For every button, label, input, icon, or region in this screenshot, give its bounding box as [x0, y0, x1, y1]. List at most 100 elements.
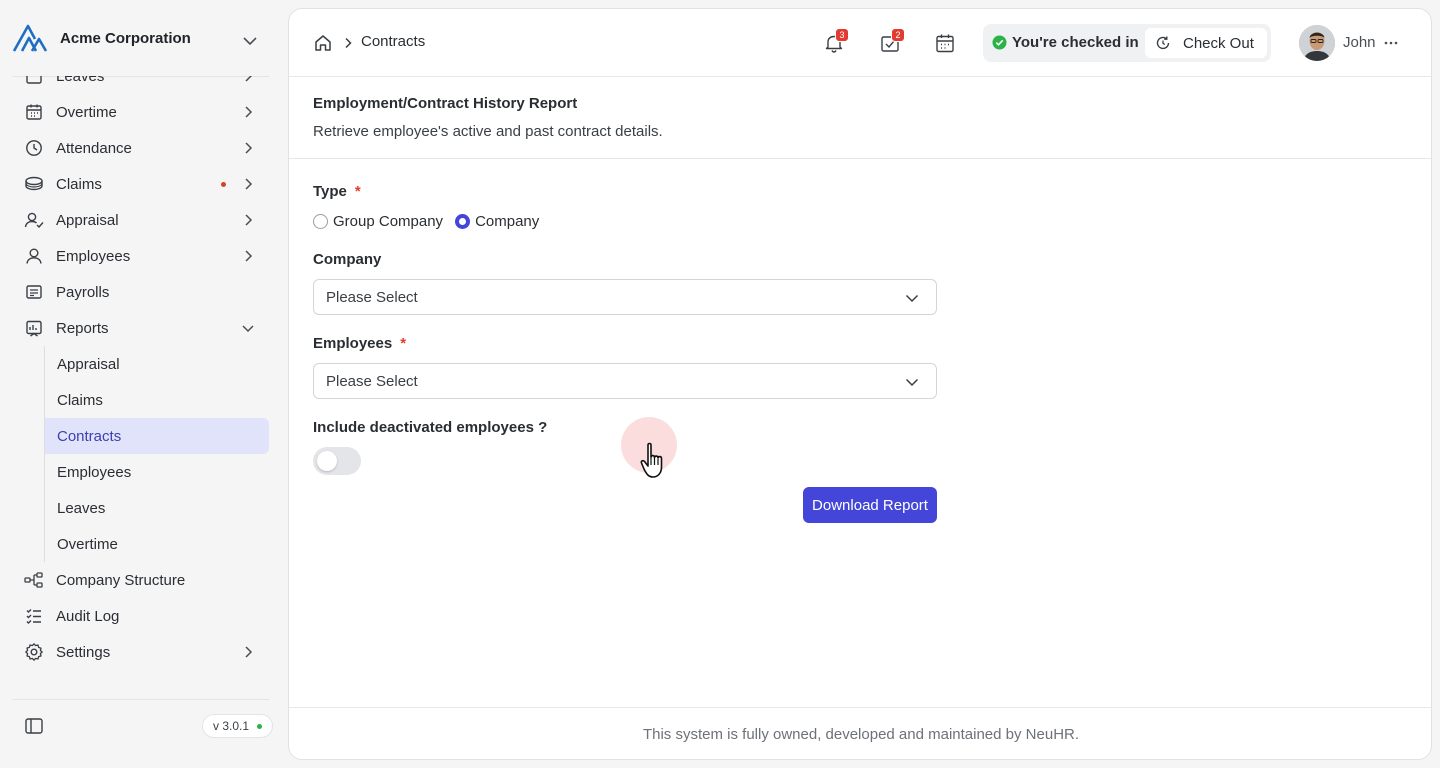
- breadcrumb-current: Contracts: [361, 33, 426, 50]
- chevron-right-icon: [245, 142, 253, 154]
- sidebar-item-label: Company Structure: [56, 571, 186, 589]
- clock-rotate-icon: [1156, 36, 1170, 50]
- sidebar-item-label: Payrolls: [56, 283, 110, 301]
- notification-count-badge: 3: [835, 28, 849, 42]
- top-bar: Contracts 3 2 You're checked in Check Ou…: [289, 9, 1431, 77]
- home-icon[interactable]: [313, 33, 333, 53]
- sidebar-item-label: Employees: [56, 247, 131, 265]
- chevron-down-icon[interactable]: [240, 31, 260, 51]
- radio-group-company[interactable]: [313, 214, 328, 229]
- sidebar-item-attendance[interactable]: Attendance: [0, 130, 280, 166]
- avatar[interactable]: [1299, 25, 1335, 61]
- main-panel: Contracts 3 2 You're checked in Check Ou…: [288, 8, 1432, 760]
- deactivated-label: Include deactivated employees ?: [313, 419, 548, 436]
- chevron-right-icon: [245, 250, 253, 262]
- sidebar-item-reports[interactable]: Reports: [0, 310, 280, 346]
- check-out-label: Check Out: [1183, 34, 1254, 52]
- notifications-button[interactable]: 3: [823, 28, 849, 54]
- sidebar-item-label: Leaves: [56, 76, 105, 85]
- chevron-right-icon: [245, 178, 253, 190]
- radio-label-company[interactable]: Company: [475, 213, 539, 230]
- report-icon: [24, 318, 44, 338]
- sidebar-subitem-employees[interactable]: Employees: [45, 454, 269, 490]
- employees-select-placeholder: Please Select: [326, 373, 418, 390]
- version-text: v 3.0.1: [213, 719, 250, 733]
- sidebar-item-leaves[interactable]: Leaves: [0, 76, 280, 94]
- footer-text: This system is fully owned, developed an…: [642, 726, 1080, 743]
- sidebar-item-payrolls[interactable]: Payrolls: [0, 274, 280, 310]
- chevron-down-icon: [242, 325, 254, 333]
- radio-label-group-company[interactable]: Group Company: [333, 213, 443, 230]
- sidebar-item-label: Claims: [56, 175, 102, 193]
- checkin-status-text: You're checked in: [1012, 34, 1139, 51]
- status-dot: [257, 723, 263, 729]
- sidebar-item-overtime[interactable]: Overtime: [0, 94, 280, 130]
- page-subtitle: Retrieve employee's active and past cont…: [313, 123, 663, 140]
- checkin-status-panel: You're checked in Check Out: [983, 24, 1271, 62]
- check-out-button[interactable]: Check Out: [1145, 28, 1267, 58]
- check-circle-icon: [992, 35, 1007, 50]
- user-name[interactable]: John: [1343, 34, 1376, 51]
- type-label-text: Type: [313, 183, 347, 200]
- company-select-placeholder: Please Select: [326, 289, 418, 306]
- sidebar-subitem-leaves[interactable]: Leaves: [45, 490, 269, 526]
- type-radio-group: Group Company Company: [313, 213, 551, 230]
- sidebar-item-claims[interactable]: Claims: [0, 166, 280, 202]
- calendar-icon: [24, 76, 44, 86]
- chevron-right-icon: [245, 214, 253, 226]
- footer: This system is fully owned, developed an…: [289, 707, 1431, 759]
- employees-select[interactable]: Please Select: [313, 363, 937, 399]
- employees-label-text: Employees: [313, 335, 393, 352]
- org-chart-icon: [24, 570, 44, 590]
- receipt-icon: [24, 282, 44, 302]
- sidebar-item-settings[interactable]: Settings: [0, 634, 280, 670]
- sidebar-subitem-contracts[interactable]: Contracts: [45, 418, 269, 454]
- sidebar-item-label: Settings: [56, 643, 111, 661]
- chevron-down-icon: [905, 294, 919, 303]
- reports-submenu: Appraisal Claims Contracts Employees Lea…: [44, 346, 280, 562]
- calendar-button[interactable]: [934, 32, 956, 54]
- required-mark: *: [354, 183, 361, 200]
- sidebar-item-company-structure[interactable]: Company Structure: [0, 562, 280, 598]
- type-label: Type *: [313, 183, 361, 200]
- sidebar-subitem-appraisal[interactable]: Appraisal: [45, 346, 269, 382]
- sidebar-item-label: Reports: [56, 319, 109, 337]
- hand-pointer-icon: [640, 442, 663, 478]
- sidebar-item-label: Appraisal: [56, 211, 119, 229]
- chevron-down-icon: [905, 378, 919, 387]
- chevron-right-icon: [245, 76, 253, 82]
- chevron-right-icon: [245, 106, 253, 118]
- sidebar-item-audit-log[interactable]: Audit Log: [0, 598, 280, 634]
- page-title: Employment/Contract History Report: [313, 95, 578, 112]
- calendar-clock-icon: [24, 102, 44, 122]
- radio-company[interactable]: [455, 214, 471, 229]
- org-switcher[interactable]: Acme Corporation: [0, 0, 280, 76]
- chevron-right-icon: [245, 646, 253, 658]
- download-report-button[interactable]: Download Report: [803, 487, 937, 523]
- user-icon: [24, 246, 44, 266]
- sidebar-collapse-icon[interactable]: [24, 716, 44, 736]
- company-label: Company: [313, 251, 382, 268]
- sidebar-item-label: Audit Log: [56, 607, 120, 625]
- sidebar-subitem-claims[interactable]: Claims: [45, 382, 269, 418]
- coins-icon: [24, 174, 44, 194]
- clock-icon: [24, 138, 44, 158]
- sidebar-item-appraisal[interactable]: Appraisal: [0, 202, 280, 238]
- tasks-button[interactable]: 2: [879, 28, 905, 54]
- notification-dot: [221, 182, 226, 187]
- sidebar: Acme Corporation Leaves Overtime Attenda…: [0, 0, 280, 768]
- sidebar-footer: v 3.0.1: [0, 700, 280, 752]
- include-deactivated-toggle[interactable]: [313, 447, 361, 475]
- sidebar-subitem-overtime[interactable]: Overtime: [45, 526, 269, 562]
- sidebar-item-employees[interactable]: Employees: [0, 238, 280, 274]
- org-name: Acme Corporation: [60, 29, 191, 47]
- toggle-knob: [317, 451, 337, 471]
- gear-icon: [24, 642, 44, 662]
- more-dots-icon[interactable]: [1383, 36, 1399, 50]
- user-check-icon: [24, 210, 44, 230]
- company-select[interactable]: Please Select: [313, 279, 937, 315]
- acme-logo-icon: [12, 23, 48, 53]
- checklist-icon: [24, 606, 44, 626]
- required-mark: *: [400, 335, 407, 352]
- sidebar-item-label: Overtime: [56, 103, 117, 121]
